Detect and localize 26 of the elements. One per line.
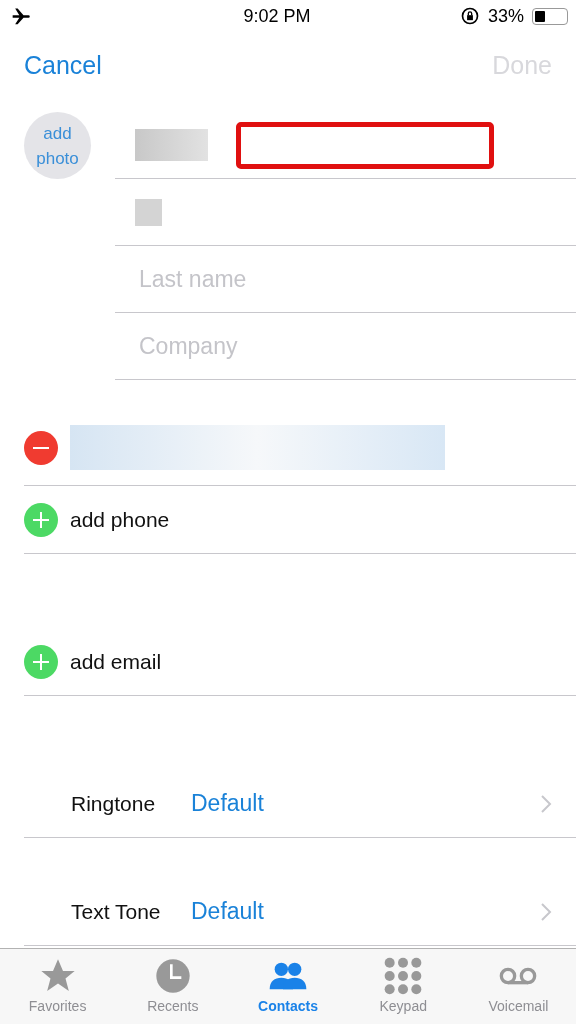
clock-time: 9:02 PM — [243, 4, 311, 28]
battery-percent: 33% — [487, 4, 524, 28]
tone-value[interactable]: Default — [191, 786, 540, 821]
add-icon — [24, 644, 58, 679]
tab-item[interactable]: Recents — [115, 949, 231, 1024]
add-email-button[interactable]: add email — [24, 628, 576, 696]
text-field[interactable]: Company — [115, 313, 576, 379]
chevron-icon — [540, 901, 552, 922]
add-phone-button[interactable]: add phone — [24, 486, 576, 554]
remove-icon[interactable] — [24, 430, 58, 465]
keypad-icon — [383, 956, 424, 996]
tone-value[interactable]: Default — [191, 894, 540, 929]
tab-item[interactable]: Keypad — [345, 949, 461, 1024]
rotation-lock-icon — [459, 6, 480, 26]
tab-item[interactable]: Favorites — [0, 949, 116, 1024]
tab-item[interactable]: Contacts — [230, 949, 346, 1024]
tone-label: Ringtone — [71, 790, 157, 817]
text-field[interactable]: Last name — [115, 246, 576, 312]
add-icon — [24, 502, 58, 537]
battery-icon — [532, 7, 568, 25]
chevron-icon — [540, 793, 552, 814]
tone-label: Text Tone — [71, 898, 162, 925]
add-photo-button[interactable]: add photo — [24, 112, 91, 179]
redacted-field[interactable] — [70, 425, 445, 470]
cancel-button[interactable]: Cancel — [24, 47, 102, 85]
tab-item[interactable]: Voicemail — [460, 949, 576, 1024]
